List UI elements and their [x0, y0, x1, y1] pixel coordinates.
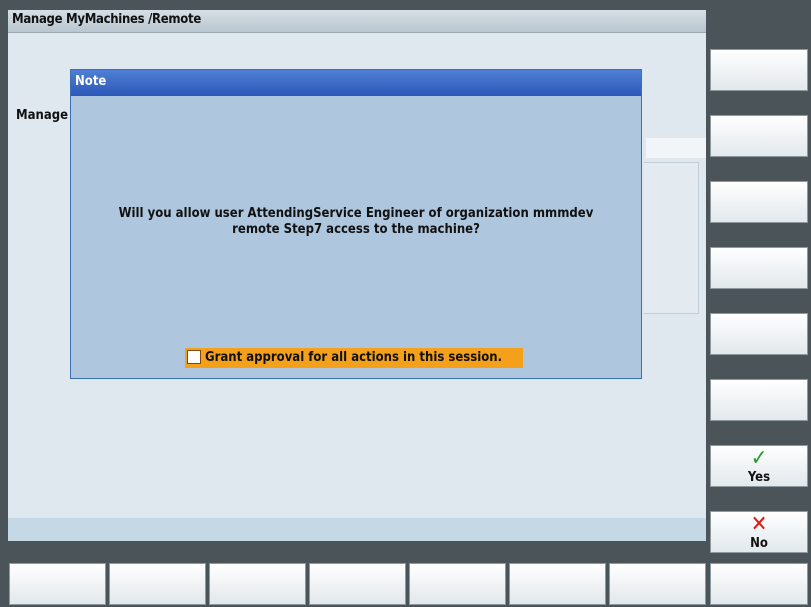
grant-approval-checkbox[interactable]: Grant approval for all actions in this s… — [185, 348, 523, 368]
dialog-title: Note — [75, 74, 107, 89]
softkey-right-2[interactable] — [710, 115, 808, 157]
dialog-message-line2: remote Step7 access to the machine? — [232, 222, 480, 237]
dialog-body: Will you allow user AttendingService Eng… — [71, 96, 641, 378]
softkey-right-6[interactable] — [710, 379, 808, 421]
status-band — [8, 518, 706, 541]
dialog-message: Will you allow user AttendingService Eng… — [81, 206, 631, 238]
softkey-right-5[interactable] — [710, 313, 808, 355]
softkey-bottom-5[interactable] — [409, 563, 506, 605]
softkey-bottom-6[interactable] — [509, 563, 606, 605]
no-label: No — [750, 536, 768, 551]
window-title-bar: Manage MyMachines /Remote — [8, 10, 706, 33]
softkey-right-1[interactable] — [710, 49, 808, 91]
softkey-bottom-7[interactable] — [609, 563, 706, 605]
no-button[interactable]: ✕ No — [710, 511, 808, 553]
dialog-title-bar: Note — [71, 70, 641, 96]
softkey-right-3[interactable] — [710, 181, 808, 223]
background-box — [644, 162, 699, 314]
softkey-bottom-8[interactable] — [710, 563, 808, 605]
grant-approval-label: Grant approval for all actions in this s… — [205, 350, 503, 365]
background-label: Manage — [16, 108, 69, 123]
background-field — [646, 138, 706, 158]
softkey-bottom-3[interactable] — [209, 563, 306, 605]
softkey-bottom-2[interactable] — [109, 563, 206, 605]
yes-label: Yes — [747, 470, 771, 485]
softkey-bottom-1[interactable] — [9, 563, 106, 605]
dialog-message-line1: Will you allow user AttendingService Eng… — [118, 206, 594, 221]
cross-icon: ✕ — [750, 512, 768, 537]
softkey-right-4[interactable] — [710, 247, 808, 289]
yes-button[interactable]: ✓ Yes — [710, 445, 808, 487]
check-icon: ✓ — [750, 446, 768, 471]
hmi-frame: Manage MyMachines /Remote Manage Note Wi… — [0, 0, 811, 607]
note-dialog: Note Will you allow user AttendingServic… — [70, 69, 642, 379]
softkey-bottom-4[interactable] — [309, 563, 406, 605]
checkbox-box[interactable] — [187, 350, 201, 364]
window-title: Manage MyMachines /Remote — [12, 12, 201, 27]
